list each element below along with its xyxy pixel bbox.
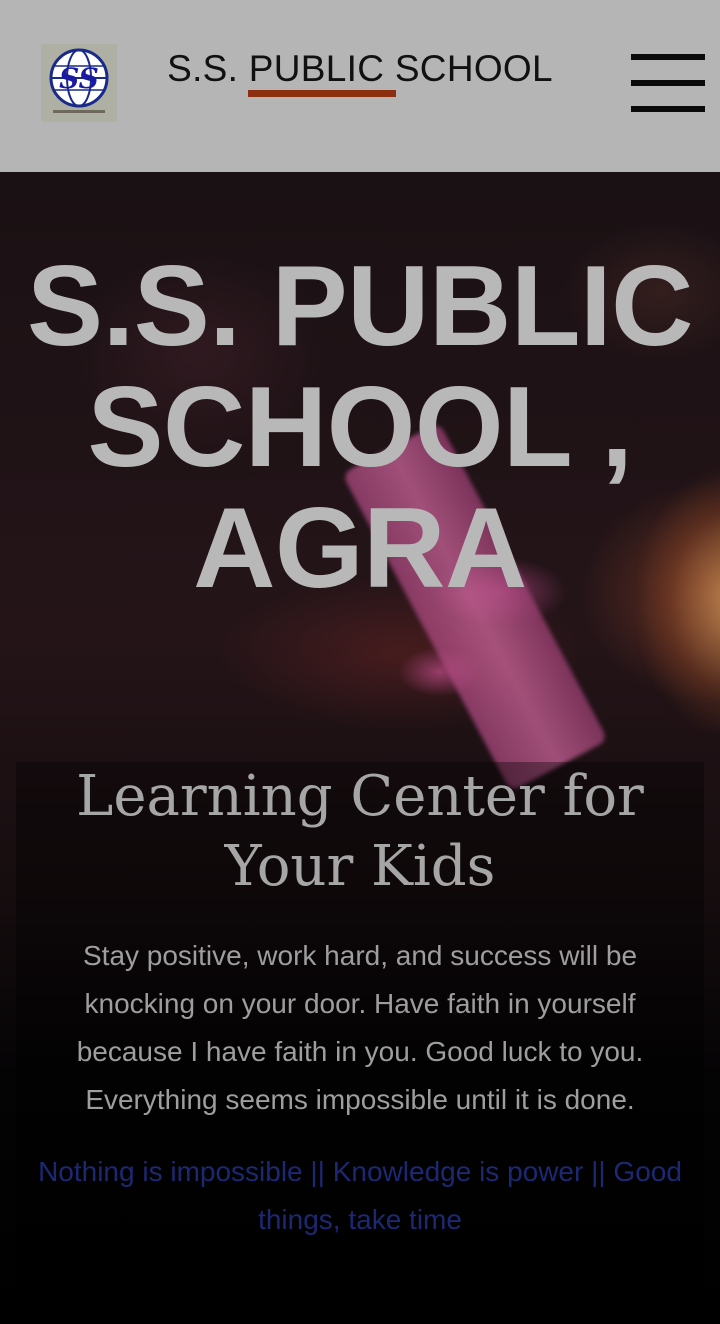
hero-paragraph: Stay positive, work hard, and success wi… [76, 940, 644, 1115]
logo-initials: SS [59, 62, 99, 95]
school-logo[interactable]: SS [41, 44, 117, 122]
hero-title-line-3: AGRA [193, 485, 527, 612]
hero-subtitle: Learning Center for Your Kids [0, 762, 720, 902]
site-header: SS S.S. PUBLIC SCHOOL [0, 0, 720, 172]
hero-section: S.S. PUBLIC SCHOOL , AGRA Learning Cente… [0, 172, 720, 1324]
globe-icon: SS [49, 48, 109, 113]
hero-subtitle-line-2: Your Kids [224, 834, 496, 899]
hamburger-menu-icon[interactable] [631, 54, 705, 114]
motto-link[interactable]: Nothing is impossible || Knowledge is po… [30, 1148, 690, 1244]
site-title[interactable]: S.S. PUBLIC SCHOOL [120, 48, 600, 90]
hero-title: S.S. PUBLIC SCHOOL , AGRA [0, 246, 720, 609]
title-underline [248, 90, 396, 97]
hero-subtitle-line-1: Learning Center for [76, 764, 644, 829]
hero-title-line-2: SCHOOL , [87, 364, 633, 491]
hero-title-line-1: S.S. PUBLIC [27, 243, 693, 370]
